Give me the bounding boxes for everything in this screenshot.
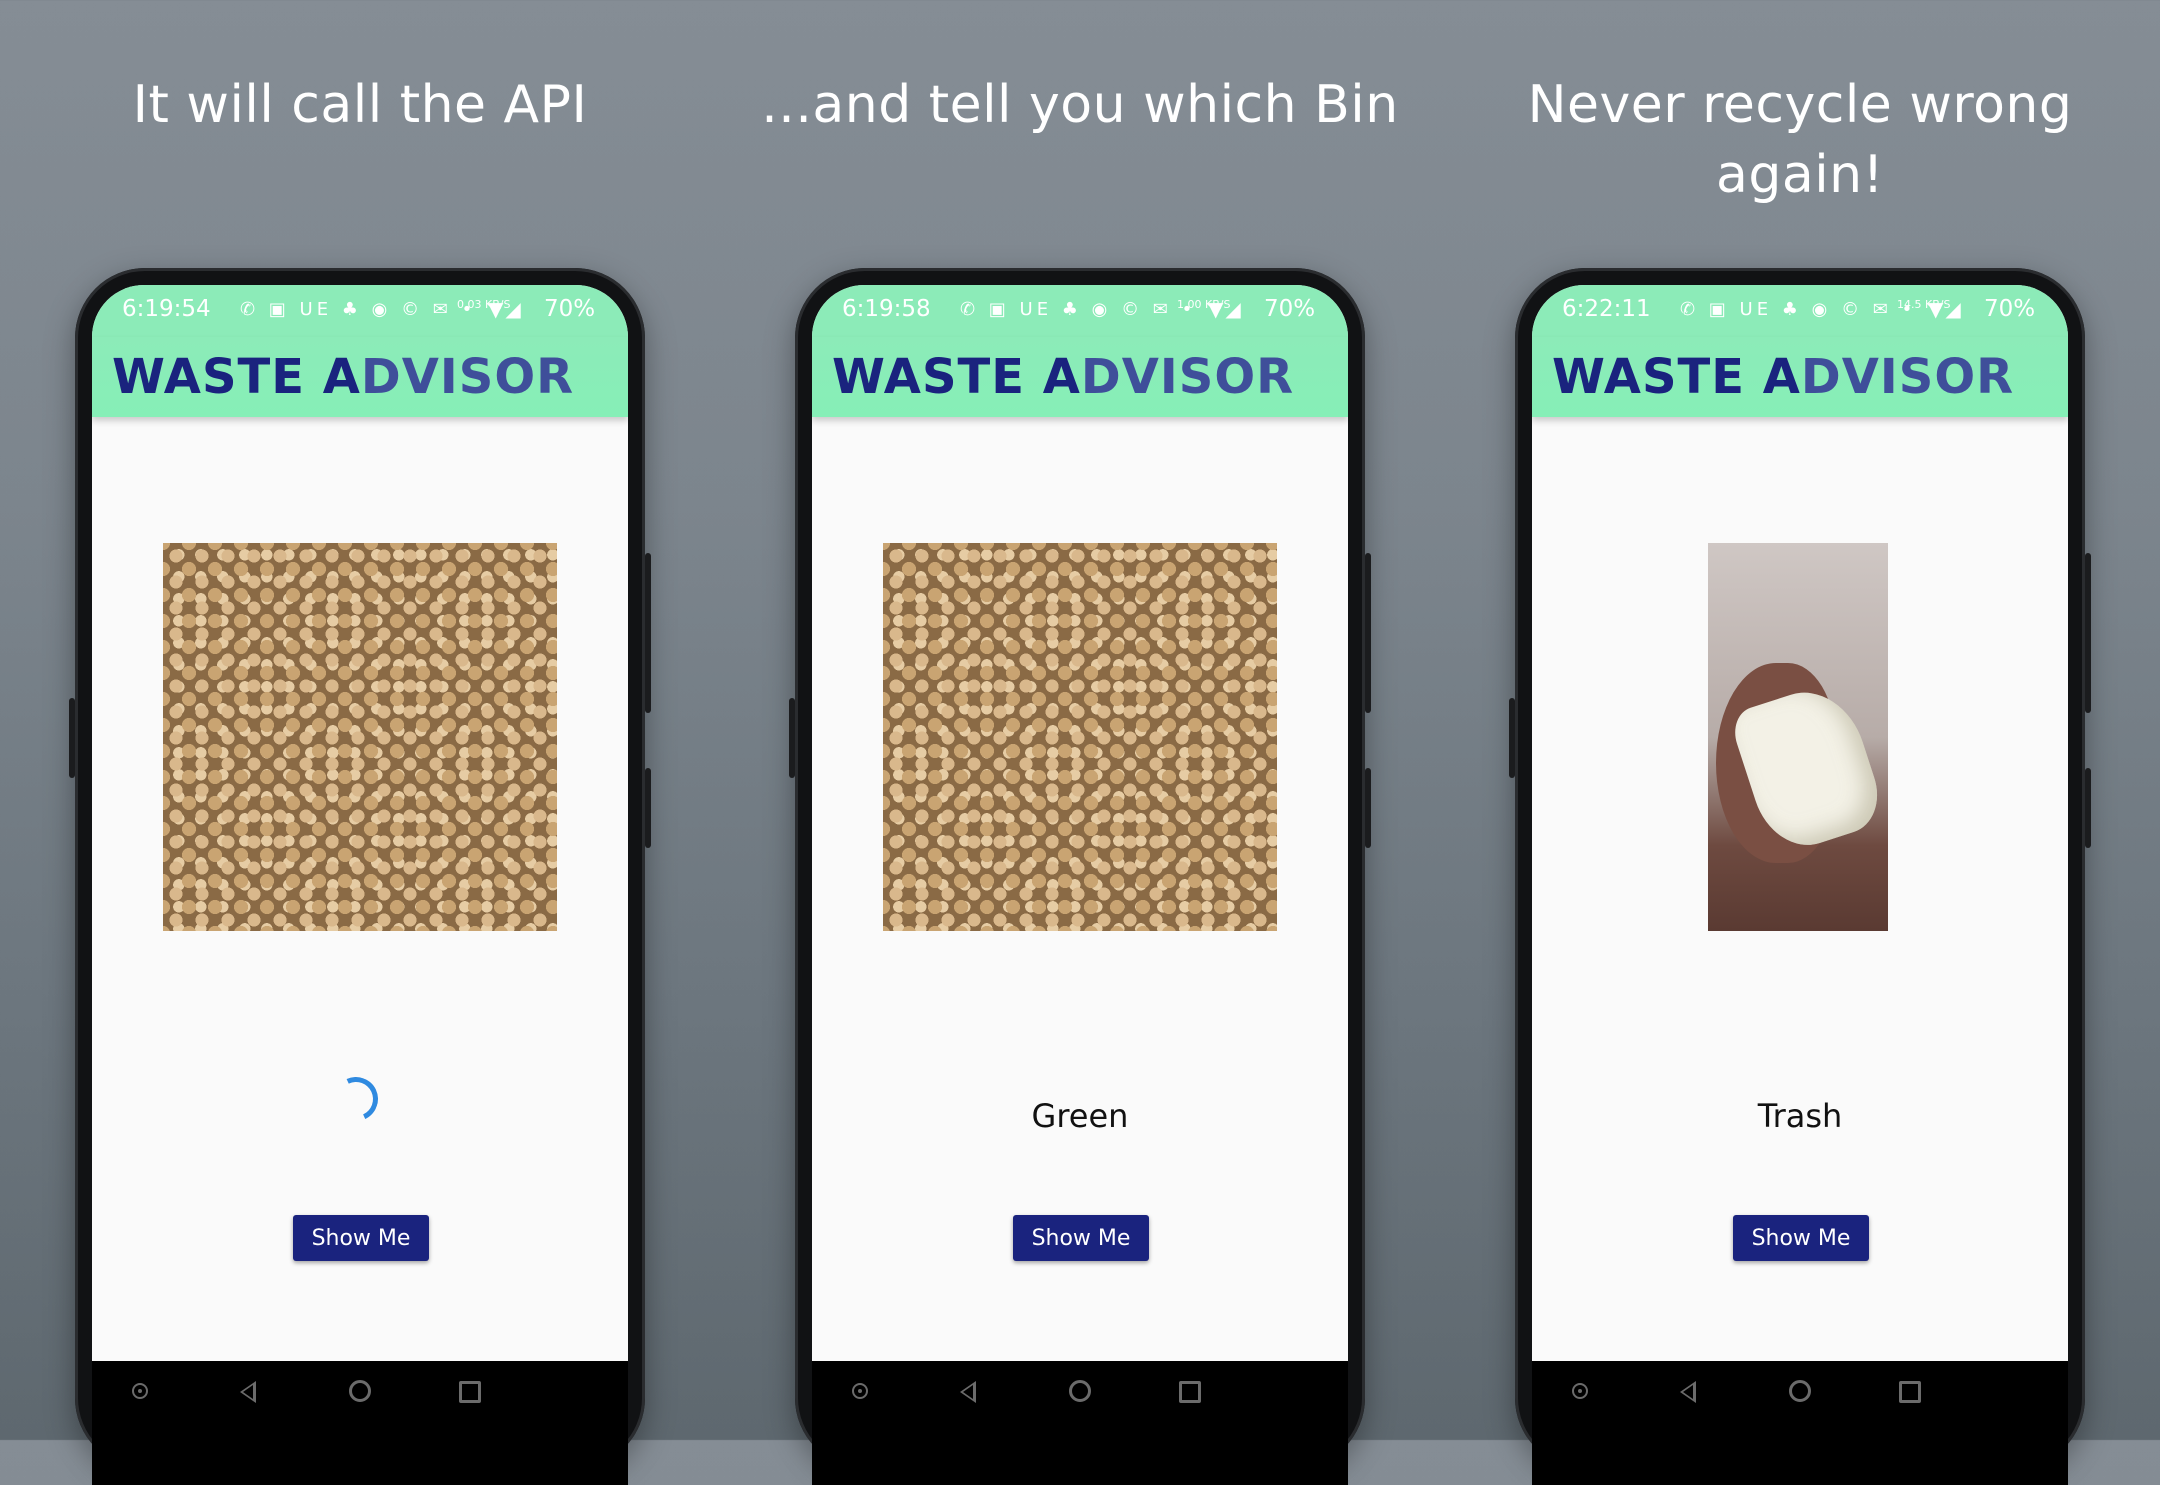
assist-icon[interactable] (132, 1383, 148, 1399)
home-icon[interactable] (1789, 1380, 1811, 1402)
promo-panel-2: ...and tell you which Bin 6:19:58 ✆ ▣ UE… (720, 0, 1440, 1485)
phone-screen: 6:19:54 ✆ ▣ UE ♣ ◉ © ✉ • 0.03 KB/S ▼◢ 70… (92, 285, 628, 1485)
wifi-signal-icon: ▼◢ (488, 297, 523, 321)
chickpeas-photo (883, 543, 1277, 931)
power-button (1365, 553, 1371, 713)
volume-button (789, 698, 795, 778)
phone-screen: 6:19:58 ✆ ▣ UE ♣ ◉ © ✉ • 1.00 KB/S ▼◢ 70… (812, 285, 1348, 1485)
wifi-signal-icon: ▼◢ (1208, 297, 1243, 321)
app-title-part1: WASTE A (1552, 349, 1801, 405)
phone-screen: 6:22:11 ✆ ▣ UE ♣ ◉ © ✉ • 14.5 KB/S ▼◢ 70… (1532, 285, 2068, 1485)
status-bar: 6:19:58 ✆ ▣ UE ♣ ◉ © ✉ • 1.00 KB/S ▼◢ 70… (812, 285, 1348, 337)
back-icon[interactable] (240, 1381, 256, 1403)
recents-icon[interactable] (1899, 1381, 1921, 1403)
notification-icons: ✆ ▣ UE ♣ ◉ © ✉ • (240, 299, 477, 320)
app-title-part2: DVISOR (360, 349, 575, 405)
app-title: WASTE ADVISOR (832, 349, 1294, 405)
volume-button (1509, 698, 1515, 778)
tissue-photo (1708, 543, 1888, 931)
panel-caption: It will call the API (132, 75, 588, 135)
promo-panel-3: Never recycle wrong again! 6:22:11 ✆ ▣ U… (1440, 0, 2160, 1485)
battery-level: 70% (1264, 296, 1316, 322)
navigation-bar (812, 1361, 1348, 1485)
status-time: 6:19:54 (122, 296, 211, 322)
panel-caption: ...and tell you which Bin (761, 75, 1399, 135)
notification-icons: ✆ ▣ UE ♣ ◉ © ✉ • (960, 299, 1197, 320)
bin-result: Green (1031, 1097, 1129, 1135)
back-icon[interactable] (960, 1381, 976, 1403)
app-bar: WASTE ADVISOR (1532, 337, 2068, 417)
power-button (645, 553, 651, 713)
app-title-part2: DVISOR (1080, 349, 1295, 405)
app-title-part1: WASTE A (832, 349, 1081, 405)
assist-icon[interactable] (1572, 1383, 1588, 1399)
phone-frame: 6:22:11 ✆ ▣ UE ♣ ◉ © ✉ • 14.5 KB/S ▼◢ 70… (1509, 268, 2091, 1485)
phone-frame: 6:19:58 ✆ ▣ UE ♣ ◉ © ✉ • 1.00 KB/S ▼◢ 70… (789, 268, 1371, 1485)
show-me-button[interactable]: Show Me (1013, 1215, 1149, 1261)
home-icon[interactable] (349, 1380, 371, 1402)
home-icon[interactable] (1069, 1380, 1091, 1402)
status-bar: 6:22:11 ✆ ▣ UE ♣ ◉ © ✉ • 14.5 KB/S ▼◢ 70… (1532, 285, 2068, 337)
chickpeas-photo (163, 543, 557, 931)
app-bar: WASTE ADVISOR (92, 337, 628, 417)
show-me-button[interactable]: Show Me (1733, 1215, 1869, 1261)
power-button (2085, 553, 2091, 713)
battery-level: 70% (1984, 296, 2036, 322)
loading-spinner-icon (327, 1070, 385, 1128)
recents-icon[interactable] (1179, 1381, 1201, 1403)
panel-caption: Never recycle wrong again! (1527, 75, 2073, 205)
battery-level: 70% (544, 296, 596, 322)
recents-icon[interactable] (459, 1381, 481, 1403)
phone-frame: 6:19:54 ✆ ▣ UE ♣ ◉ © ✉ • 0.03 KB/S ▼◢ 70… (69, 268, 651, 1485)
app-title: WASTE ADVISOR (1552, 349, 2014, 405)
status-time: 6:19:58 (842, 296, 931, 322)
volume-button (69, 698, 75, 778)
app-title-part2: DVISOR (1800, 349, 2015, 405)
bin-result: Trash (1757, 1097, 1843, 1135)
app-title-part1: WASTE A (112, 349, 361, 405)
show-me-button[interactable]: Show Me (293, 1215, 429, 1261)
status-time: 6:22:11 (1562, 296, 1651, 322)
app-title: WASTE ADVISOR (112, 349, 574, 405)
assist-icon[interactable] (852, 1383, 868, 1399)
navigation-bar (1532, 1361, 2068, 1485)
side-button (2085, 768, 2091, 848)
app-bar: WASTE ADVISOR (812, 337, 1348, 417)
navigation-bar (92, 1361, 628, 1485)
side-button (1365, 768, 1371, 848)
promo-panel-1: It will call the API 6:19:54 ✆ ▣ UE ♣ ◉ … (0, 0, 720, 1485)
notification-icons: ✆ ▣ UE ♣ ◉ © ✉ • (1680, 299, 1917, 320)
side-button (645, 768, 651, 848)
status-bar: 6:19:54 ✆ ▣ UE ♣ ◉ © ✉ • 0.03 KB/S ▼◢ 70… (92, 285, 628, 337)
back-icon[interactable] (1680, 1381, 1696, 1403)
wifi-signal-icon: ▼◢ (1928, 297, 1963, 321)
